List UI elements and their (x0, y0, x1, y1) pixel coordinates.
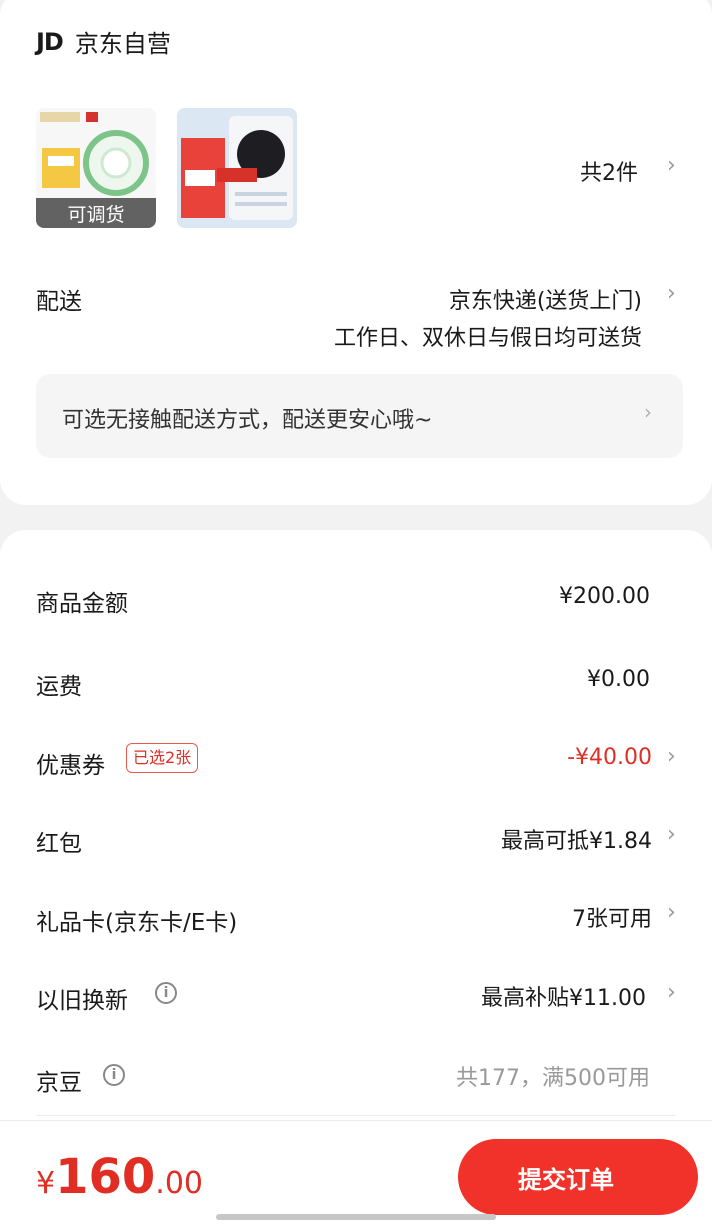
goods-amount-label: 商品金额 (36, 591, 128, 617)
red-packet-label: 红包 (36, 831, 82, 857)
chevron-right-icon[interactable]: › (667, 980, 676, 1005)
coupon-value[interactable]: -¥40.00 (567, 745, 652, 770)
chevron-right-icon[interactable]: › (667, 900, 676, 925)
item-count[interactable]: 共2件 (580, 155, 638, 187)
info-icon[interactable]: i (103, 1064, 125, 1086)
trade-in-label: 以旧换新 (36, 988, 128, 1014)
shop-name: 京东自营 (74, 30, 171, 58)
chevron-right-icon[interactable]: › (667, 822, 676, 847)
notice-text: 可选无接触配送方式，配送更安心哦~ (62, 408, 433, 433)
submit-order-button[interactable]: 提交订单 (458, 1139, 698, 1215)
red-packet-value[interactable]: 最高可抵¥1.84 (501, 823, 652, 855)
delivery-method[interactable]: 京东快递(送货上门) (449, 283, 642, 315)
order-total: ¥160.00 (36, 1149, 203, 1205)
shop-header: JD 京东自营 (36, 24, 171, 59)
chevron-right-icon[interactable]: › (667, 281, 676, 306)
trade-in-value[interactable]: 最高补贴¥11.00 (481, 980, 646, 1012)
total-decimal: .00 (155, 1166, 204, 1201)
appliance-product-image (177, 108, 297, 228)
delivery-schedule: 工作日、双休日与假日均可送货 (333, 326, 642, 351)
goods-amount-value: ¥200.00 (559, 584, 650, 609)
coupon-label: 优惠券 (36, 753, 105, 779)
contactless-delivery-notice[interactable]: 可选无接触配送方式，配送更安心哦~ › (36, 374, 683, 458)
product-thumbnail-tape[interactable]: 可调货 (36, 108, 156, 228)
jd-bean-value: 共177，满500可用 (456, 1066, 650, 1091)
chevron-right-icon[interactable]: › (667, 744, 676, 769)
restock-band: 可调货 (36, 198, 156, 228)
divider (36, 1115, 676, 1116)
delivery-label: 配送 (36, 289, 82, 315)
gift-card-label: 礼品卡(京东卡/E卡) (36, 910, 238, 936)
coupon-selected-badge: 已选2张 (126, 743, 199, 773)
jd-logo: JD (36, 27, 64, 56)
gift-card-value[interactable]: 7张可用 (572, 901, 652, 933)
chevron-right-icon: › (644, 400, 652, 424)
order-card: JD 京东自营 可调货 共2件 › 配送 京东快递(送货上门) › 工作日、双休… (0, 0, 712, 505)
chevron-right-icon[interactable]: › (667, 153, 676, 178)
shipping-label: 运费 (36, 674, 82, 700)
total-integer: 160 (55, 1149, 156, 1205)
info-icon[interactable]: i (155, 982, 177, 1004)
shipping-value: ¥0.00 (587, 667, 650, 692)
home-indicator[interactable] (216, 1214, 496, 1220)
total-currency: ¥ (36, 1166, 56, 1201)
product-thumbnail-appliance[interactable] (177, 108, 297, 228)
jd-bean-label: 京豆 (36, 1070, 82, 1096)
checkout-bar: ¥160.00 提交订单 (0, 1120, 712, 1224)
